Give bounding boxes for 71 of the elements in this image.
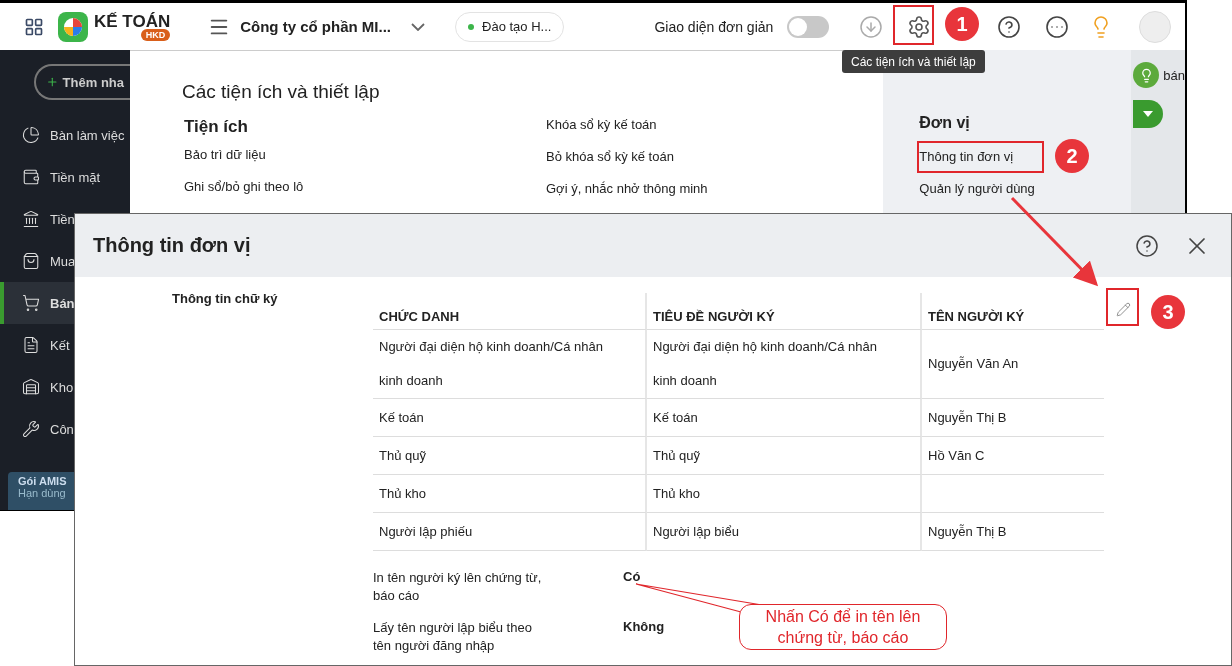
edition-badge: HKD — [140, 28, 171, 41]
help-icon[interactable] — [1135, 233, 1159, 258]
sidebar-item-icon — [22, 420, 40, 438]
simple-mode-toggle[interactable] — [787, 15, 830, 38]
settings-link[interactable]: Gợi ý, nhắc nhở thông minh — [546, 181, 884, 213]
table-cell: Thủ quỹ — [647, 437, 922, 475]
more-icon[interactable] — [1045, 14, 1070, 39]
sidebar-item[interactable]: Kết — [0, 324, 130, 366]
sidebar-item-icon — [22, 336, 40, 354]
sidebar-item-icon — [22, 168, 40, 186]
table-cell: Người lập phiếu — [373, 513, 647, 551]
section-heading: Tiện ích — [184, 117, 249, 138]
chevron-down-icon — [411, 22, 426, 31]
option-label: Lấy tên người lập biểu theo tên người đăng nhập — [373, 619, 533, 655]
sidebar-item-icon — [22, 252, 40, 270]
table-cell: Kế toán — [647, 399, 922, 437]
table-cell: Thủ quỹ — [373, 437, 647, 475]
table-cell: Người đại diện hộ kinh doanh/Cá nhân kinh doanh — [373, 330, 647, 399]
sidebar-item[interactable]: Côn — [0, 408, 130, 450]
settings-link[interactable]: Thông tin đơn vị — [919, 142, 1014, 174]
dialog-title: Thông tin đơn vị — [93, 234, 252, 257]
section-label: Thông tin chữ ký — [172, 291, 279, 308]
app-name: KẾ TOÁN — [94, 12, 171, 31]
column-header: TÊN NGƯỜI KÝ — [922, 293, 1104, 330]
sidebar-item[interactable]: Kho — [0, 366, 130, 408]
plan-expiry: Hạn dùng — [18, 487, 67, 499]
branch-selector[interactable]: Đào tạo H... — [455, 11, 565, 42]
help-icon[interactable] — [997, 14, 1022, 39]
simple-mode-label: Giao diện đơn giản — [654, 18, 774, 35]
option-value: Có — [623, 569, 641, 584]
table-cell: Nguyễn Thị B — [922, 513, 1104, 551]
settings-icon[interactable] — [907, 14, 932, 39]
company-selector[interactable]: Công ty cổ phần MI... — [240, 18, 426, 35]
table-cell: Thủ kho — [647, 475, 922, 513]
sidebar-item[interactable]: Tiền mặt — [0, 156, 130, 198]
settings-link[interactable]: Ghi sổ/bỏ ghi theo lô — [184, 179, 544, 211]
settings-link[interactable]: Quản lý người dùng — [919, 174, 1035, 206]
tooltip: Các tiện ích và thiết lập — [842, 50, 985, 73]
plan-title: Gói AMIS — [18, 475, 68, 487]
table-cell: Thủ kho — [373, 475, 647, 513]
panel-title: Các tiện ích và thiết lập — [182, 81, 381, 103]
settings-link[interactable]: Bỏ khóa sổ kỳ kế toán — [546, 149, 884, 181]
table-cell: Kế toán — [373, 399, 647, 437]
plus-icon — [46, 75, 59, 89]
option-label: In tên người ký lên chứng từ, báo cáo — [373, 569, 543, 605]
settings-link[interactable]: Khóa sổ kỳ kế toán — [546, 117, 884, 149]
sidebar-item[interactable]: Bàn làm việc — [0, 114, 130, 156]
sidebar-item-icon — [22, 210, 40, 228]
table-cell: Hồ Văn C — [922, 437, 1104, 475]
caret-icon — [1143, 111, 1154, 117]
option-value: Không — [623, 619, 665, 634]
sidebar-item-icon — [22, 378, 40, 396]
background-text: bán — [1163, 67, 1185, 83]
table-cell: Người lập biểu — [647, 513, 922, 551]
settings-link[interactable]: Bảo trì dữ liệu — [184, 147, 544, 179]
section-heading: Đơn vị — [919, 114, 971, 133]
sidebar-item-icon — [22, 126, 40, 144]
logo-icon — [58, 11, 88, 42]
table-cell: Nguyễn Thị B — [922, 399, 1104, 437]
pencil-icon — [1116, 301, 1131, 317]
highlight-frame — [893, 5, 934, 45]
apps-grid-icon[interactable] — [24, 16, 44, 37]
table-cell: Người đại diện hộ kinh doanh/Cá nhân kinh doanh — [647, 330, 922, 399]
lightbulb-icon — [1133, 62, 1160, 88]
column-header: TIÊU ĐỀ NGƯỜI KÝ — [647, 293, 922, 330]
callout: Nhấn Có để in tên lên chứng từ, báo cáo — [739, 604, 947, 650]
dropdown-button[interactable] — [1133, 100, 1164, 128]
column-header: CHỨC DANH — [373, 293, 647, 330]
highlight-frame — [1106, 288, 1139, 326]
table-cell: Nguyễn Văn An — [922, 330, 1104, 399]
sidebar-item-icon — [22, 294, 40, 312]
